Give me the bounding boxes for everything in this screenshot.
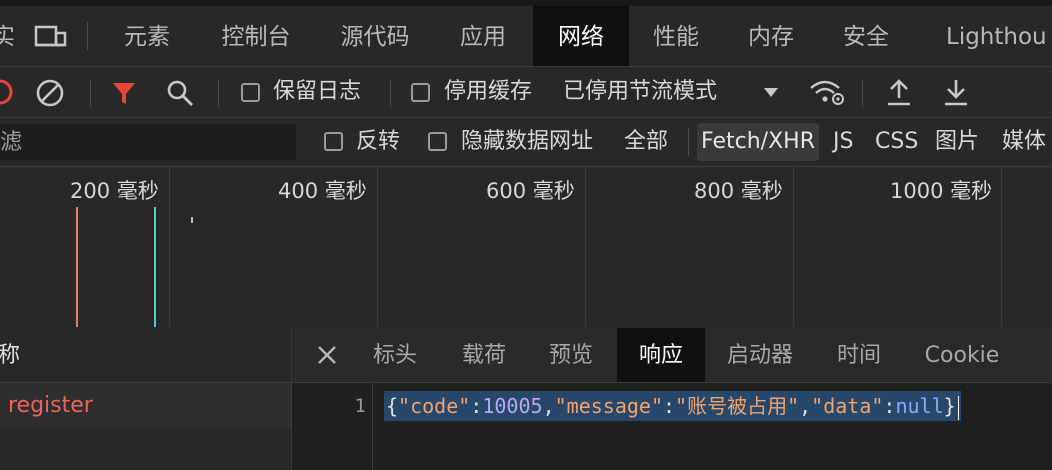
response-json-line[interactable]: {"code":10005,"message":"账号被占用","data":n…: [384, 391, 961, 421]
filter-input[interactable]: [0, 124, 296, 160]
request-bar: [191, 217, 193, 223]
invert-label[interactable]: 反转: [356, 118, 400, 166]
filter-media[interactable]: 媒体: [1002, 118, 1046, 166]
hide-data-urls-checkbox[interactable]: [428, 132, 447, 151]
response-data-value: null: [895, 394, 944, 418]
network-conditions-icon[interactable]: [808, 76, 846, 108]
tab-lighthouse[interactable]: Lighthou: [946, 6, 1052, 66]
hide-data-urls-label[interactable]: 隐藏数据网址: [461, 118, 593, 166]
device-toolbar-icon[interactable]: [34, 24, 68, 50]
tab-elements[interactable]: 元素: [104, 6, 190, 66]
tab-partial-left[interactable]: 实: [0, 6, 16, 66]
preserve-log-label[interactable]: 保留日志: [273, 67, 361, 117]
toolbar-separator: [218, 79, 219, 107]
record-icon[interactable]: [0, 78, 14, 106]
tab-initiator[interactable]: 启动器: [712, 328, 808, 382]
timeline-overview[interactable]: 200 毫秒 400 毫秒 600 毫秒 800 毫秒 1000 毫秒: [0, 167, 1052, 327]
timeline-gridline: [793, 167, 794, 327]
tab-performance[interactable]: 性能: [636, 6, 716, 66]
tab-preview[interactable]: 预览: [534, 328, 608, 382]
chevron-down-icon[interactable]: [762, 86, 780, 98]
response-code-value: 10005: [482, 394, 543, 418]
filter-css[interactable]: CSS: [875, 118, 918, 166]
dom-content-loaded-marker: [76, 207, 78, 327]
filter-all[interactable]: 全部: [624, 118, 668, 166]
timeline-tick-label: 400 毫秒: [278, 179, 367, 203]
response-message-value: 账号被占用: [687, 394, 788, 418]
upload-icon[interactable]: [884, 77, 914, 107]
response-viewer[interactable]: 1 {"code":10005,"message":"账号被占用","data"…: [292, 383, 1052, 470]
toolbar-separator: [390, 79, 391, 107]
filter-img[interactable]: 图片: [935, 118, 979, 166]
filter-js[interactable]: JS: [833, 118, 853, 166]
request-row-register[interactable]: register: [0, 383, 291, 429]
tab-headers[interactable]: 标头: [358, 328, 432, 382]
requests-panel: 称 register: [0, 328, 292, 470]
close-icon[interactable]: [316, 344, 338, 366]
search-icon[interactable]: [165, 78, 195, 108]
request-details-panel: 标头 载荷 预览 响应 启动器 时间 Cookie 1 {"code":1000…: [292, 328, 1052, 470]
tab-application[interactable]: 应用: [440, 6, 526, 66]
toolbar-separator: [862, 79, 863, 107]
request-name: register: [8, 393, 93, 418]
throttling-select[interactable]: 已停用节流模式: [563, 67, 717, 117]
name-column-label: 称: [0, 343, 21, 368]
name-column-header[interactable]: 称: [0, 328, 291, 383]
tab-memory[interactable]: 内存: [731, 6, 811, 66]
filter-icon[interactable]: [110, 79, 138, 107]
tab-sources[interactable]: 源代码: [325, 6, 425, 66]
timeline-gridline: [377, 167, 378, 327]
tab-console[interactable]: 控制台: [206, 6, 306, 66]
timeline-tick-label: 200 毫秒: [70, 179, 159, 203]
disable-cache-checkbox[interactable]: [411, 83, 430, 102]
line-number: 1: [354, 395, 366, 417]
filter-fetch-xhr[interactable]: Fetch/XHR: [697, 123, 819, 161]
toolbar-separator: [90, 79, 91, 107]
timeline-tick-label: 800 毫秒: [694, 179, 783, 203]
timeline-gridline: [585, 167, 586, 327]
tab-separator: [87, 22, 88, 50]
load-event-marker: [154, 207, 156, 327]
download-icon[interactable]: [941, 77, 971, 107]
tab-payload[interactable]: 载荷: [447, 328, 521, 382]
tab-response[interactable]: 响应: [617, 328, 705, 382]
disable-cache-label[interactable]: 停用缓存: [444, 67, 532, 117]
clear-icon[interactable]: [35, 78, 65, 108]
preserve-log-checkbox[interactable]: [241, 83, 260, 102]
invert-checkbox[interactable]: [324, 132, 343, 151]
tab-security[interactable]: 安全: [826, 6, 906, 66]
timeline-gridline: [1001, 167, 1002, 327]
devtools-tab-bar: 实 元素 控制台 源代码 应用 网络 性能 内存 安全 Lighthou: [0, 6, 1052, 67]
filter-bar: 反转 隐藏数据网址 全部 Fetch/XHR JS CSS 图片 媒体: [0, 118, 1052, 167]
line-gutter: 1: [292, 383, 373, 470]
timeline-tick-label: 600 毫秒: [486, 179, 575, 203]
text-caret: [957, 395, 959, 420]
tab-network[interactable]: 网络: [533, 6, 629, 66]
tab-cookies[interactable]: Cookie: [912, 328, 1012, 382]
timeline-tick-label: 1000 毫秒: [890, 179, 993, 203]
timeline-gridline: [169, 167, 170, 327]
network-toolbar: 保留日志 停用缓存 已停用节流模式: [0, 67, 1052, 118]
filter-separator: [688, 128, 689, 156]
details-tab-bar: 标头 载荷 预览 响应 启动器 时间 Cookie: [292, 328, 1052, 383]
tab-timing[interactable]: 时间: [822, 328, 896, 382]
